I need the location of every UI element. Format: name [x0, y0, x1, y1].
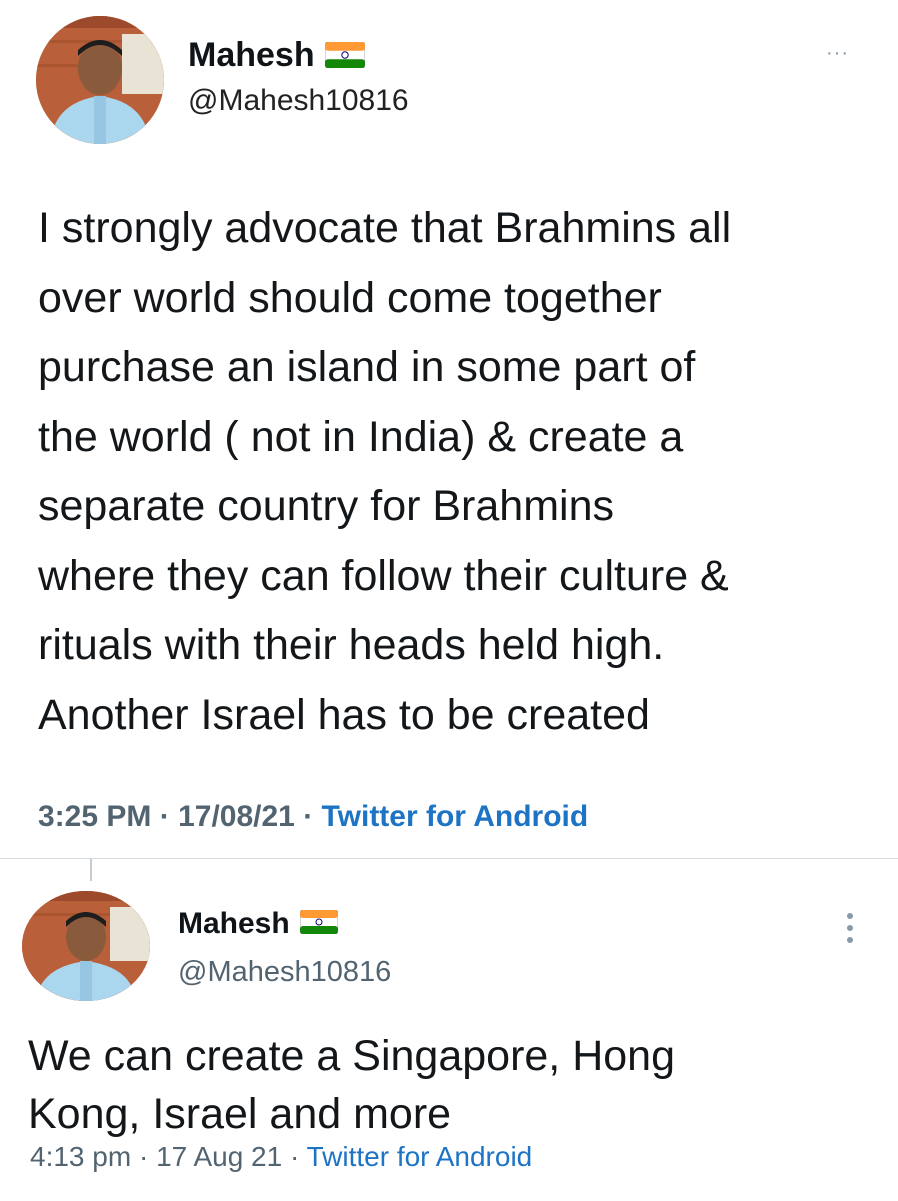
meta-separator: · — [289, 1141, 300, 1172]
tweet-source-link[interactable]: Twitter for Android — [322, 800, 589, 833]
more-options-icon[interactable] — [840, 911, 860, 945]
avatar-image — [36, 16, 164, 144]
meta-separator: · — [303, 800, 314, 833]
meta-separator: · — [138, 1141, 149, 1172]
avatar[interactable] — [22, 891, 150, 1001]
tweet-date[interactable]: 17/08/21 — [178, 800, 295, 833]
author-handle[interactable]: @Mahesh10816 — [178, 956, 391, 989]
reply-tweet: Mahesh @Mahesh10816 We can create a Sing… — [0, 858, 898, 1201]
tweet-text: I strongly advocate that Brahmins all ov… — [38, 204, 732, 739]
avatar-image — [22, 891, 150, 1001]
tweet-text: We can create a Singapore, Hong Kong, Is… — [28, 1032, 675, 1138]
main-tweet: Mahesh @Mahesh10816 ··· I strongly advoc… — [0, 0, 898, 858]
author-name[interactable]: Mahesh — [188, 36, 315, 74]
meta-separator: · — [159, 800, 170, 833]
avatar[interactable] — [36, 16, 164, 144]
tweet-date[interactable]: 17 Aug 21 — [156, 1141, 282, 1172]
more-options-icon[interactable]: ··· — [826, 42, 849, 65]
author-name-row[interactable]: Mahesh — [188, 36, 365, 77]
author-name[interactable]: Mahesh — [178, 907, 290, 940]
thread-connector — [90, 859, 92, 881]
tweet-metadata: 3:25 PM · 17/08/21 · Twitter for Android — [38, 800, 588, 834]
author-handle[interactable]: @Mahesh10816 — [188, 84, 409, 118]
tweet-time[interactable]: 4:13 pm — [30, 1141, 131, 1172]
tweet-source-link[interactable]: Twitter for Android — [307, 1141, 533, 1172]
india-flag-icon — [299, 908, 339, 942]
india-flag-icon — [324, 38, 365, 77]
tweet-time[interactable]: 3:25 PM — [38, 800, 151, 833]
tweet-metadata: 4:13 pm · 17 Aug 21 · Twitter for Androi… — [30, 1141, 532, 1173]
author-name-row[interactable]: Mahesh — [178, 907, 339, 942]
